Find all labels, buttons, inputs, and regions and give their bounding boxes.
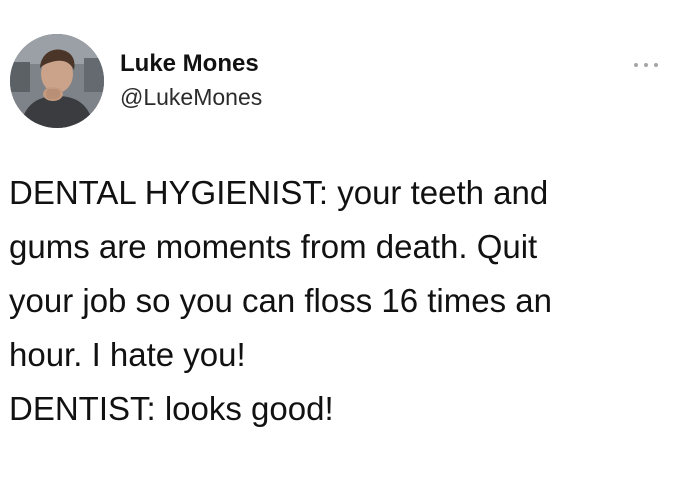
dot-icon — [654, 63, 658, 67]
tweet-line: your job so you can floss 16 times an — [9, 282, 552, 319]
tweet-line: hour. I hate you! — [9, 336, 246, 373]
more-options-icon[interactable] — [634, 58, 658, 72]
dot-icon — [634, 63, 638, 67]
tweet-line: DENTIST: looks good! — [9, 390, 334, 427]
tweet-line: DENTAL HYGIENIST: your teeth and — [9, 174, 549, 211]
tweet-line: gums are moments from death. Quit — [9, 228, 538, 265]
tweet-card: Luke Mones @LukeMones DENTAL HYGIENIST: … — [0, 0, 690, 502]
avatar[interactable] — [10, 34, 104, 128]
profile-photo-icon — [10, 34, 104, 128]
tweet-text: DENTAL HYGIENIST: your teeth and gums ar… — [9, 166, 679, 436]
dot-icon — [644, 63, 648, 67]
user-handle[interactable]: @LukeMones — [120, 84, 262, 111]
display-name[interactable]: Luke Mones — [120, 50, 259, 78]
